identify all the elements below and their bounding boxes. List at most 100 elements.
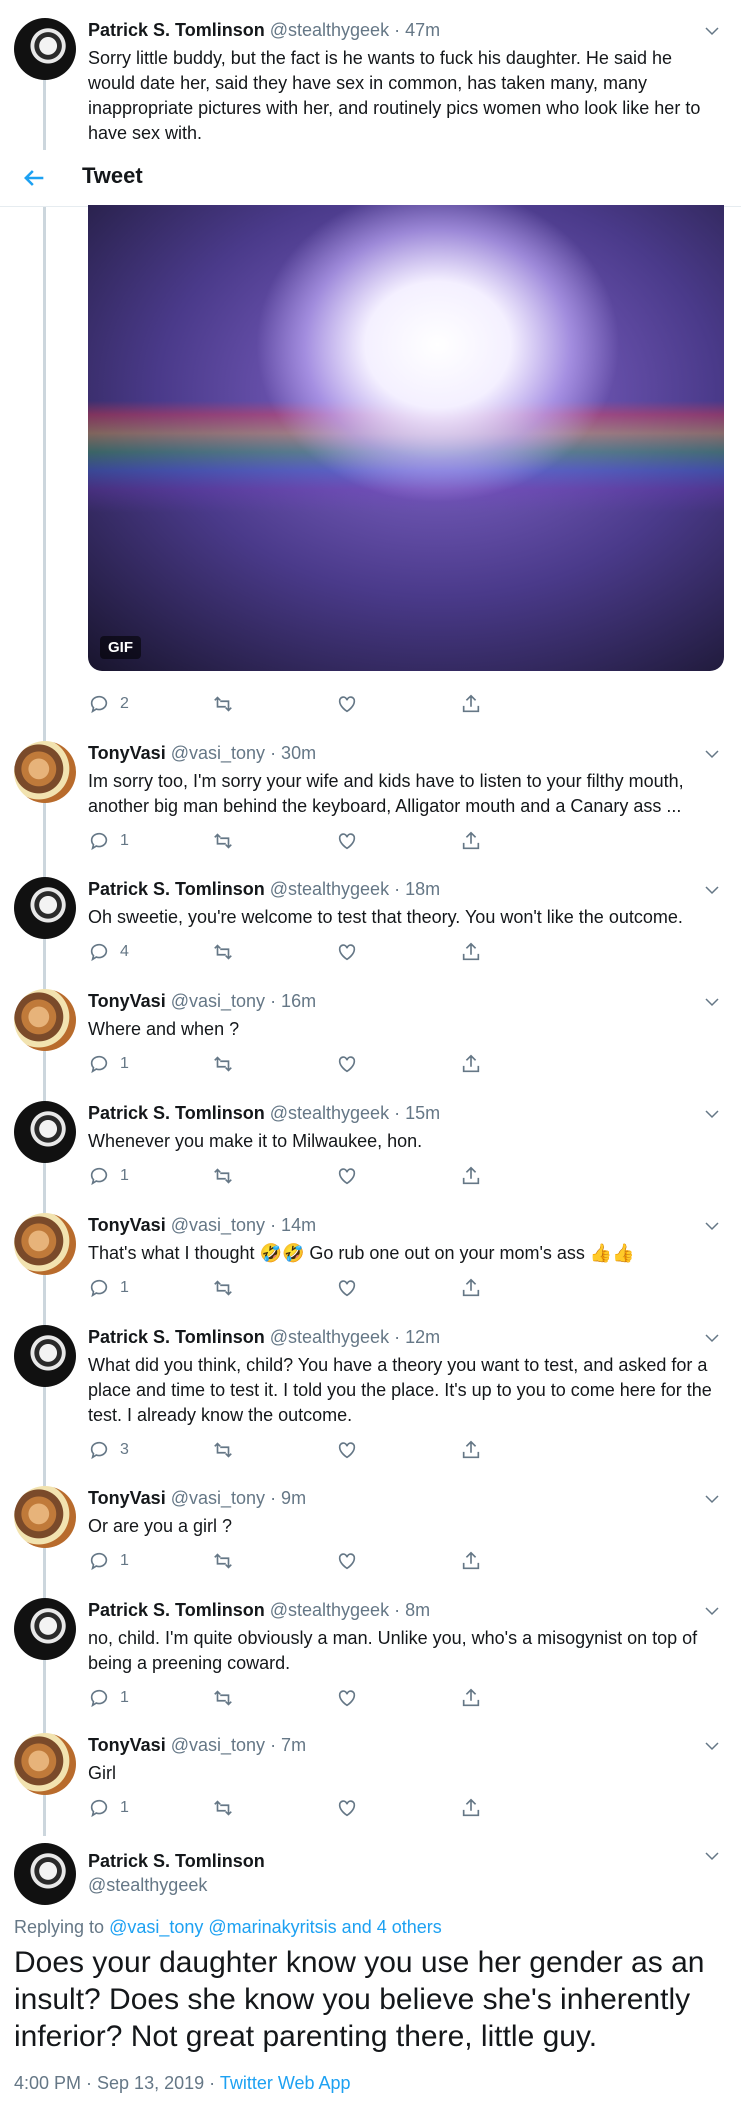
share-button[interactable] (460, 1164, 482, 1188)
tweet-time[interactable]: · 9m (270, 1488, 306, 1508)
share-button[interactable] (460, 1549, 482, 1573)
retweet-button[interactable] (212, 1164, 234, 1188)
chevron-down-icon[interactable] (703, 745, 721, 763)
reply-button[interactable]: 1 (88, 1686, 129, 1710)
author-handle[interactable]: @stealthygeek (270, 1103, 389, 1123)
avatar[interactable] (14, 1843, 76, 1905)
author-handle[interactable]: @vasi_tony (171, 1215, 265, 1235)
retweet-icon (214, 1056, 232, 1072)
retweet-button[interactable] (212, 1052, 234, 1076)
chevron-down-icon[interactable] (703, 881, 721, 899)
reply-button[interactable]: 1 (88, 1164, 129, 1188)
author-handle[interactable]: @stealthygeek (270, 1600, 389, 1620)
chevron-down-icon[interactable] (703, 22, 721, 40)
avatar[interactable] (14, 741, 76, 803)
chevron-down-icon[interactable] (703, 1602, 721, 1620)
share-button[interactable] (460, 1276, 482, 1300)
retweet-button[interactable] (212, 692, 234, 716)
chevron-down-icon[interactable] (703, 1105, 721, 1123)
author-name[interactable]: Patrick S. Tomlinson (88, 1600, 265, 1620)
reply-button[interactable]: 1 (88, 1052, 129, 1076)
tweet-time[interactable]: · 15m (394, 1103, 440, 1123)
share-button[interactable] (460, 1686, 482, 1710)
gif-media[interactable]: GIF (88, 205, 724, 671)
reply-button[interactable]: 3 (88, 1438, 129, 1462)
author-name[interactable]: Patrick S. Tomlinson (88, 1849, 265, 1873)
share-button[interactable] (460, 940, 482, 964)
chevron-down-icon[interactable] (703, 993, 721, 1011)
chevron-down-icon[interactable] (703, 1737, 721, 1755)
like-button[interactable] (336, 940, 358, 964)
author-handle[interactable]: @vasi_tony (171, 1735, 265, 1755)
retweet-button[interactable] (212, 829, 234, 853)
author-handle[interactable]: @stealthygeek (270, 879, 389, 899)
author-name[interactable]: Patrick S. Tomlinson (88, 1327, 265, 1347)
author-handle[interactable]: @stealthygeek (270, 20, 389, 40)
avatar[interactable] (14, 1213, 76, 1275)
tweet-time[interactable]: · 30m (270, 743, 316, 763)
reply-button[interactable]: 4 (88, 940, 129, 964)
share-button[interactable] (460, 1052, 482, 1076)
client-link[interactable]: Twitter Web App (220, 2073, 351, 2093)
like-button[interactable] (336, 1549, 358, 1573)
retweet-button[interactable] (212, 1549, 234, 1573)
author-handle[interactable]: @stealthygeek (270, 1327, 389, 1347)
avatar[interactable] (14, 1598, 76, 1660)
like-button[interactable] (336, 1276, 358, 1300)
timestamp[interactable]: 4:00 PM · Sep 13, 2019 · (14, 2073, 215, 2093)
chevron-down-icon[interactable] (703, 1217, 721, 1235)
reply-button[interactable]: 1 (88, 1276, 129, 1300)
author-name[interactable]: TonyVasi (88, 1488, 166, 1508)
like-button[interactable] (336, 1052, 358, 1076)
retweet-button[interactable] (212, 940, 234, 964)
avatar[interactable] (14, 18, 76, 80)
tweet-time[interactable]: · 18m (394, 879, 440, 899)
reply-button[interactable]: 2 (88, 692, 129, 716)
like-button[interactable] (336, 1686, 358, 1710)
share-button[interactable] (460, 692, 482, 716)
share-button[interactable] (460, 1438, 482, 1462)
author-name[interactable]: Patrick S. Tomlinson (88, 1103, 265, 1123)
retweet-button[interactable] (212, 1438, 234, 1462)
retweet-button[interactable] (212, 1796, 234, 1820)
chevron-down-icon[interactable] (703, 1329, 721, 1347)
tweet-time[interactable]: · 47m (394, 20, 440, 40)
retweet-button[interactable] (212, 1276, 234, 1300)
reply-button[interactable]: 1 (88, 1796, 129, 1820)
author-name[interactable]: TonyVasi (88, 991, 166, 1011)
share-button[interactable] (460, 829, 482, 853)
retweet-button[interactable] (212, 1686, 234, 1710)
author-handle[interactable]: @vasi_tony (171, 991, 265, 1011)
back-arrow-icon[interactable] (20, 164, 48, 192)
avatar[interactable] (14, 1325, 76, 1387)
avatar[interactable] (14, 877, 76, 939)
like-button[interactable] (336, 1164, 358, 1188)
chevron-down-icon[interactable] (703, 1847, 721, 1865)
like-button[interactable] (336, 1796, 358, 1820)
tweet-time[interactable]: · 16m (270, 991, 316, 1011)
author-handle[interactable]: @vasi_tony (171, 1488, 265, 1508)
author-name[interactable]: TonyVasi (88, 1735, 166, 1755)
chevron-down-icon[interactable] (703, 1490, 721, 1508)
author-handle[interactable]: @stealthygeek (88, 1873, 265, 1897)
tweet-time[interactable]: · 12m (394, 1327, 440, 1347)
tweet-time[interactable]: · 8m (394, 1600, 430, 1620)
author-name[interactable]: TonyVasi (88, 743, 166, 763)
like-button[interactable] (336, 829, 358, 853)
share-button[interactable] (460, 1796, 482, 1820)
reply-button[interactable]: 1 (88, 1549, 129, 1573)
author-handle[interactable]: @vasi_tony (171, 743, 265, 763)
tweet-time[interactable]: · 7m (270, 1735, 306, 1755)
like-button[interactable] (336, 692, 358, 716)
like-button[interactable] (336, 1438, 358, 1462)
avatar[interactable] (14, 1101, 76, 1163)
avatar[interactable] (14, 1733, 76, 1795)
author-name[interactable]: Patrick S. Tomlinson (88, 879, 265, 899)
avatar[interactable] (14, 1486, 76, 1548)
reply-button[interactable]: 1 (88, 829, 129, 853)
author-name[interactable]: Patrick S. Tomlinson (88, 20, 265, 40)
replying-links[interactable]: @vasi_tony @marinakyritsis and 4 others (109, 1917, 442, 1937)
author-name[interactable]: TonyVasi (88, 1215, 166, 1235)
avatar[interactable] (14, 989, 76, 1051)
tweet-time[interactable]: · 14m (270, 1215, 316, 1235)
